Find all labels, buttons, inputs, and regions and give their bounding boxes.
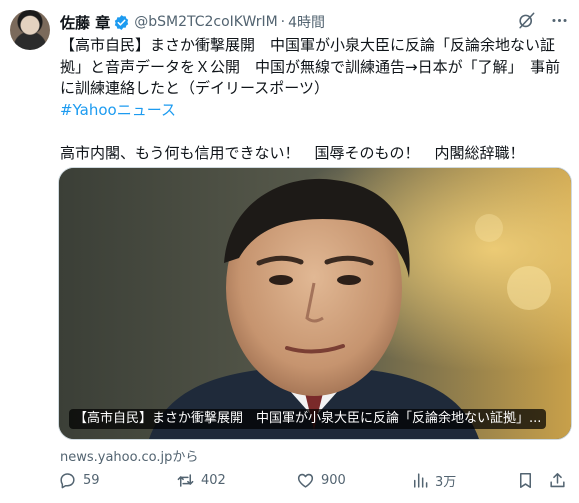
- action-bar: 59 402 900 3万: [58, 471, 570, 491]
- header-actions: [517, 11, 569, 30]
- tweet-text: 【高市自民】まさか衝撃展開 中国軍が小泉大臣に反論「反論余地ない証拠」と音声デー…: [60, 35, 570, 164]
- repost-icon: [176, 471, 195, 490]
- more-icon[interactable]: [550, 11, 569, 30]
- card-source[interactable]: news.yahoo.co.jpから: [60, 446, 198, 465]
- link-card[interactable]: 【高市自民】まさか衝撃展開 中国軍が小泉大臣に反論「反論余地ない証拠」...: [58, 167, 572, 440]
- reply-count: 59: [83, 473, 100, 488]
- reply-button[interactable]: 59: [58, 471, 100, 490]
- separator-dot: ·: [280, 14, 286, 30]
- share-button[interactable]: [548, 471, 567, 490]
- share-icon: [548, 471, 567, 490]
- views-count: 3万: [435, 475, 457, 490]
- author-avatar[interactable]: [10, 10, 50, 50]
- bookmark-icon: [516, 471, 535, 490]
- post-time[interactable]: 4時間: [288, 12, 325, 32]
- author-handle[interactable]: @bSM2TC2coIKWrIM: [134, 14, 277, 30]
- tweet-text-line2: 高市内閣、もう何も信用できない！ 国辱そのもの！ 内閣総辞職！: [60, 143, 525, 162]
- repost-count: 402: [201, 473, 226, 488]
- like-icon: [296, 471, 315, 490]
- like-button[interactable]: 900: [296, 471, 346, 490]
- repost-button[interactable]: 402: [176, 471, 226, 490]
- grok-icon[interactable]: [517, 11, 536, 30]
- bookmark-button[interactable]: [516, 471, 535, 490]
- views-icon: [410, 471, 429, 490]
- like-count: 900: [321, 473, 346, 488]
- verified-icon: [113, 14, 130, 31]
- views-button[interactable]: 3万: [410, 471, 456, 490]
- card-photo: [59, 168, 571, 439]
- tweet-text-line1: 【高市自民】まさか衝撃展開 中国軍が小泉大臣に反論「反論余地ない証拠」と音声デー…: [60, 36, 561, 97]
- author-name[interactable]: 佐藤 章: [60, 12, 110, 33]
- hashtag-link[interactable]: #Yahooニュース: [60, 101, 176, 119]
- card-caption: 【高市自民】まさか衝撃展開 中国軍が小泉大臣に反論「反論余地ない証拠」...: [69, 409, 547, 429]
- tweet-header: 佐藤 章 @bSM2TC2coIKWrIM · 4時間: [60, 12, 325, 32]
- reply-icon: [58, 471, 77, 490]
